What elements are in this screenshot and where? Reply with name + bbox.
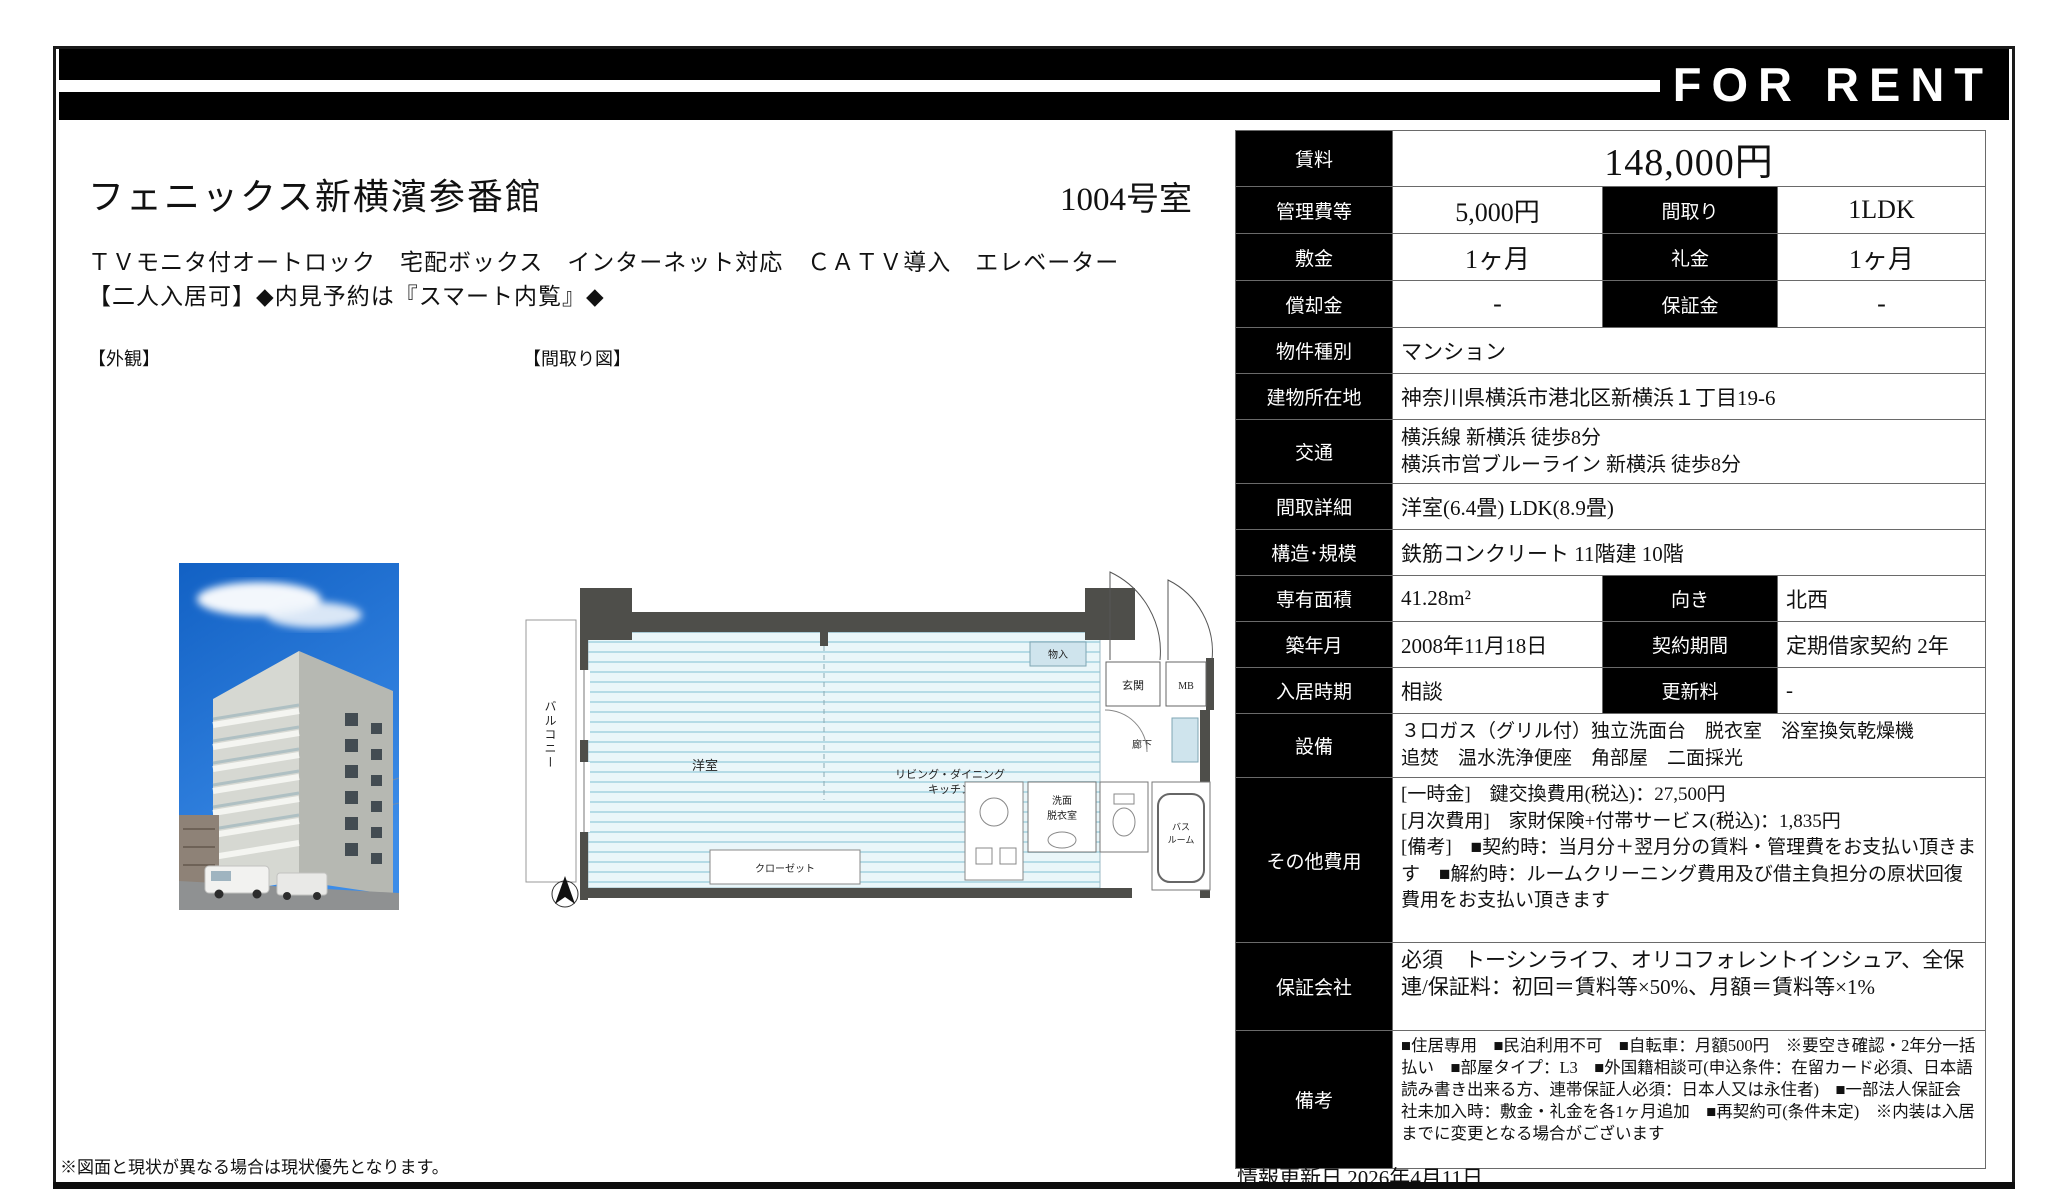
other-fees-value: [一時金] 鍵交換費用(税込)：27,500円 [月次費用] 家財保険+付帯サー… xyxy=(1393,778,1986,943)
address-value: 神奈川県横浜市港北区新横浜１丁目19-6 xyxy=(1393,374,1986,420)
deposit-label: 敷金 xyxy=(1236,234,1393,281)
amortization-value: - xyxy=(1393,281,1603,328)
area-label: 専有面積 xyxy=(1236,576,1393,622)
table-row: 入居時期 相談 更新料 - xyxy=(1236,668,1986,714)
renewal-value: - xyxy=(1778,668,1986,714)
other-fees-label: その他費用 xyxy=(1236,778,1393,943)
north-compass-icon xyxy=(552,876,578,907)
rent-value: 148,000円 xyxy=(1393,131,1986,187)
key-money-label: 礼金 xyxy=(1603,234,1778,281)
move-in-value: 相談 xyxy=(1393,668,1603,714)
washroom-label-1: 洗面 xyxy=(1052,795,1072,807)
layout-value: 1LDK xyxy=(1778,187,1986,234)
mb-label: MB xyxy=(1178,681,1194,692)
property-type-label: 物件種別 xyxy=(1236,328,1393,374)
amortization-label: 償却金 xyxy=(1236,281,1393,328)
table-row: 交通 横浜線 新横浜 徒歩8分 横浜市営ブルーライン 新横浜 徒歩8分 xyxy=(1236,420,1986,484)
mgmt-label: 管理費等 xyxy=(1236,187,1393,234)
table-row: 敷金 1ヶ月 礼金 1ヶ月 xyxy=(1236,234,1986,281)
table-row: 構造･規模 鉄筋コンクリート 11階建 10階 xyxy=(1236,530,1986,576)
layout-detail-value: 洋室(6.4畳) LDK(8.9畳) xyxy=(1393,484,1986,530)
area-value: 41.28m² xyxy=(1393,576,1603,622)
move-in-label: 入居時期 xyxy=(1236,668,1393,714)
access-label: 交通 xyxy=(1236,420,1393,484)
equipment-value: ３口ガス（グリル付）独立洗面台 脱衣室 浴室換気乾燥機 追焚 温水洗浄便座 角部… xyxy=(1393,714,1986,778)
bathroom-label-2: ルーム xyxy=(1168,835,1195,845)
exterior-photo-label: 【外観】 xyxy=(88,345,160,371)
floorplan-label: 【間取り図】 xyxy=(523,345,631,371)
notes-label: 備考 xyxy=(1236,1031,1393,1169)
structure-label: 構造･規模 xyxy=(1236,530,1393,576)
table-row: 設備 ３口ガス（グリル付）独立洗面台 脱衣室 浴室換気乾燥機 追焚 温水洗浄便座… xyxy=(1236,714,1986,778)
disclaimer: ※図面と現状が異なる場合は現状優先となります。 xyxy=(60,1153,449,1178)
contract-value: 定期借家契約 2年 xyxy=(1778,622,1986,668)
table-row: その他費用 [一時金] 鍵交換費用(税込)：27,500円 [月次費用] 家財保… xyxy=(1236,778,1986,943)
renewal-label: 更新料 xyxy=(1603,668,1778,714)
storage-label: 物入 xyxy=(1048,648,1068,661)
built-label: 築年月 xyxy=(1236,622,1393,668)
building xyxy=(213,651,393,895)
balcony-label: バルコニー xyxy=(543,700,557,770)
built-value: 2008年11月18日 xyxy=(1393,622,1603,668)
bathroom-label-1: バス xyxy=(1172,822,1190,832)
toilet xyxy=(1100,782,1148,852)
structure-value: 鉄筋コンクリート 11階建 10階 xyxy=(1393,530,1986,576)
features-line-1: ＴＶモニタ付オートロック 宅配ボックス インターネット対応 ＣＡＴＶ導入 エレベ… xyxy=(88,243,1119,277)
washroom-label-2: 脱衣室 xyxy=(1047,809,1077,822)
exterior-photo xyxy=(179,563,399,910)
table-row: 管理費等 5,000円 間取り 1LDK xyxy=(1236,187,1986,234)
spec-table: 賃料 148,000円 管理費等 5,000円 間取り 1LDK 敷金 1ヶ月 … xyxy=(1235,130,1986,1169)
layout-label: 間取り xyxy=(1603,187,1778,234)
entrance-label: 玄関 xyxy=(1122,678,1144,692)
table-row: 賃料 148,000円 xyxy=(1236,131,1986,187)
rent-label: 賃料 xyxy=(1236,131,1393,187)
features-line-2: 【二人入居可】◆内見予約は『スマート内覧』◆ xyxy=(88,277,605,311)
guarantee-deposit-value: - xyxy=(1778,281,1986,328)
direction-label: 向き xyxy=(1603,576,1778,622)
hall-closet xyxy=(1172,718,1198,762)
direction-value: 北西 xyxy=(1778,576,1986,622)
table-row: 築年月 2008年11月18日 契約期間 定期借家契約 2年 xyxy=(1236,622,1986,668)
deposit-value: 1ヶ月 xyxy=(1393,234,1603,281)
kitchen-counter xyxy=(965,782,1023,880)
layout-detail-label: 間取詳細 xyxy=(1236,484,1393,530)
equipment-label: 設備 xyxy=(1236,714,1393,778)
guarantor-label: 保証会社 xyxy=(1236,943,1393,1031)
western-room-label: 洋室 xyxy=(692,758,718,773)
header-band: FOR RENT xyxy=(59,49,2009,120)
bottom-rule xyxy=(53,1182,2015,1189)
room-number: 1004号室 xyxy=(1000,172,1192,220)
table-row: 償却金 - 保証金 - xyxy=(1236,281,1986,328)
address-label: 建物所在地 xyxy=(1236,374,1393,420)
ldk-label-1: リビング・ダイニング xyxy=(895,767,1005,781)
property-title: フェニックス新横濱参番館 xyxy=(88,168,543,220)
header-stripe xyxy=(59,80,1660,92)
access-value: 横浜線 新横浜 徒歩8分 横浜市営ブルーライン 新横浜 徒歩8分 xyxy=(1393,420,1986,484)
hallway-label: 廊下 xyxy=(1132,738,1152,751)
notes-value: ■住居専用 ■民泊利用不可 ■自転車：月額500円 ※要空き確認・2年分一括払い… xyxy=(1393,1031,1986,1169)
closet-label: クローゼット xyxy=(755,863,815,875)
for-rent-title: FOR RENT xyxy=(1673,49,1993,120)
table-row: 物件種別 マンション xyxy=(1236,328,1986,374)
guarantor-value: 必須 トーシンライフ、オリコフォレントインシュア、全保連/保証料：初回＝賃料等×… xyxy=(1393,943,1986,1031)
property-type-value: マンション xyxy=(1393,328,1986,374)
floorplan-drawing: バルコニー 玄関 xyxy=(520,550,1215,910)
key-money-value: 1ヶ月 xyxy=(1778,234,1986,281)
table-row: 間取詳細 洋室(6.4畳) LDK(8.9畳) xyxy=(1236,484,1986,530)
contract-label: 契約期間 xyxy=(1603,622,1778,668)
table-row: 備考 ■住居専用 ■民泊利用不可 ■自転車：月額500円 ※要空き確認・2年分一… xyxy=(1236,1031,1986,1169)
mgmt-value: 5,000円 xyxy=(1393,187,1603,234)
table-row: 専有面積 41.28m² 向き 北西 xyxy=(1236,576,1986,622)
table-row: 建物所在地 神奈川県横浜市港北区新横浜１丁目19-6 xyxy=(1236,374,1986,420)
guarantee-deposit-label: 保証金 xyxy=(1603,281,1778,328)
table-row: 保証会社 必須 トーシンライフ、オリコフォレントインシュア、全保連/保証料：初回… xyxy=(1236,943,1986,1031)
